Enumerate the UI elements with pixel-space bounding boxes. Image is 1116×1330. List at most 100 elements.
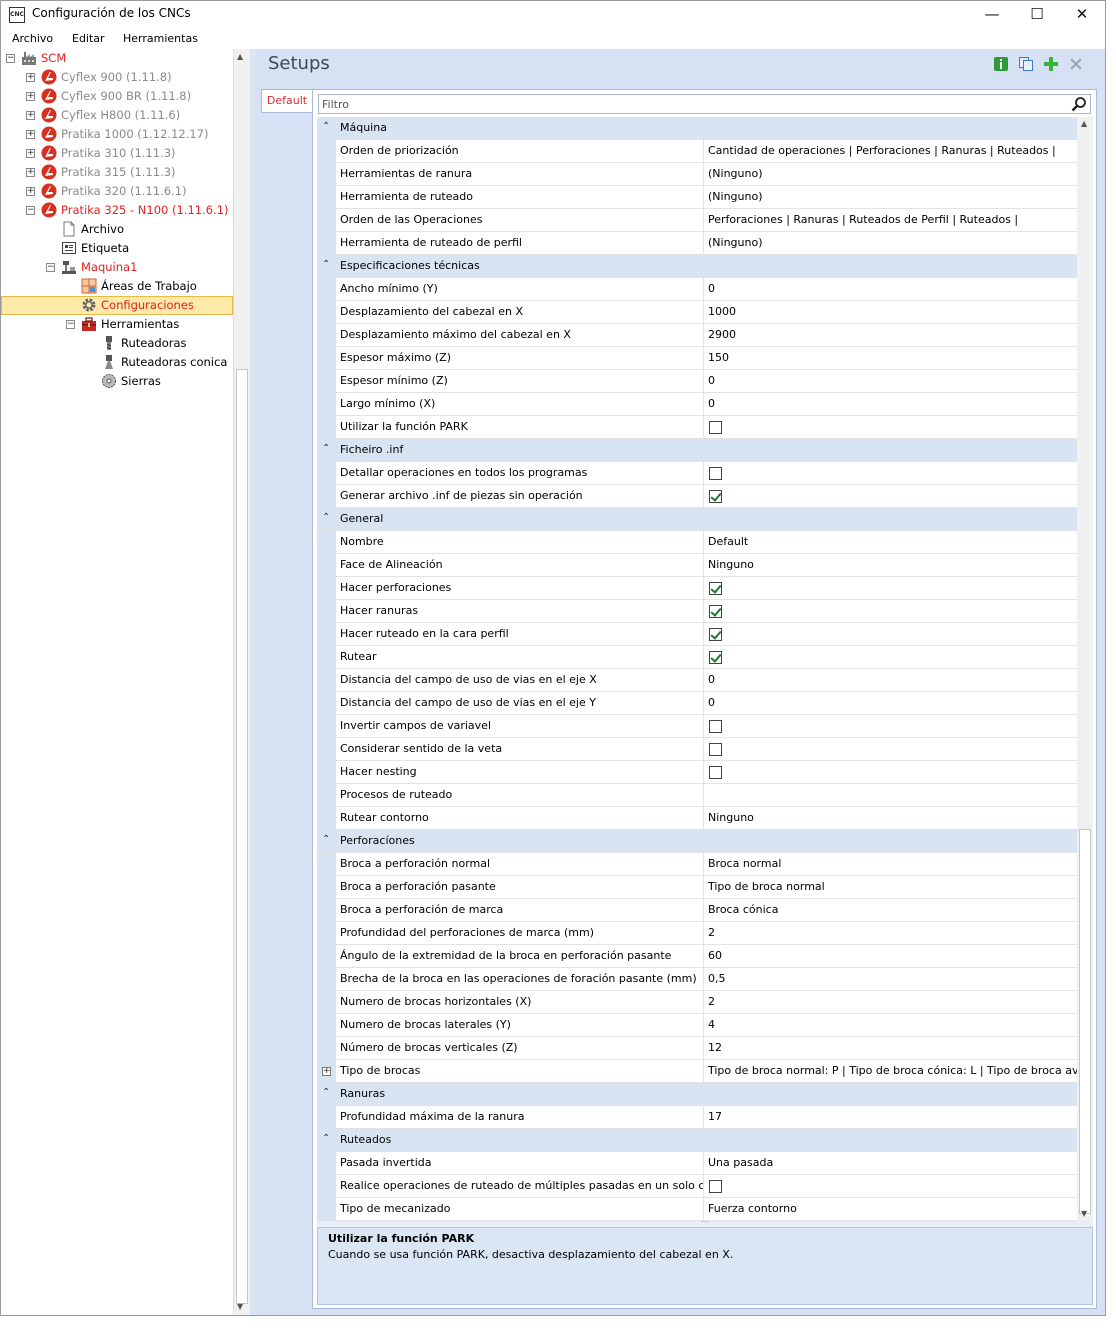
delete-icon[interactable] bbox=[1068, 56, 1084, 72]
property-value[interactable]: 2900 bbox=[705, 324, 1077, 347]
search-icon[interactable] bbox=[1071, 96, 1087, 112]
grid-row[interactable]: Hacer nesting bbox=[317, 761, 1077, 784]
tree-item-herramientas[interactable]: − Herramientas bbox=[1, 315, 233, 334]
grid-category[interactable]: ⌃ General bbox=[317, 508, 1077, 531]
grid-scrollbar[interactable]: ▲ ▼ bbox=[1077, 117, 1093, 1221]
chevron-up-icon[interactable]: ⌃ bbox=[322, 512, 330, 523]
grid-row[interactable]: Broca a perforación normal Broca normal bbox=[317, 853, 1077, 876]
tree-machine[interactable]: + Pratika 320 (1.11.6.1) bbox=[1, 182, 233, 201]
tree-machine[interactable]: + Pratika 1000 (1.12.12.17) bbox=[1, 125, 233, 144]
tree-machine[interactable]: + Cyflex 900 (1.11.8) bbox=[1, 68, 233, 87]
property-checkbox[interactable] bbox=[709, 720, 722, 733]
grid-category[interactable]: ⌃ Máquina bbox=[317, 117, 1077, 140]
grid-row[interactable]: Rutear contorno Ninguno bbox=[317, 807, 1077, 830]
grid-row[interactable]: Broca a perforación de marca Broca cónica bbox=[317, 899, 1077, 922]
grid-row[interactable]: Hacer ruteado en la cara perfil bbox=[317, 623, 1077, 646]
property-value[interactable]: Cantidad de operaciones | Perforaciones … bbox=[705, 140, 1077, 163]
tree-item-maquina[interactable]: − Maquina1 bbox=[1, 258, 233, 277]
grid-row[interactable]: Numero de brocas horizontales (X) 2 bbox=[317, 991, 1077, 1014]
expand-toggle[interactable]: + bbox=[26, 73, 35, 82]
grid-row[interactable]: Desplazamiento máximo del cabezal en X 29… bbox=[317, 324, 1077, 347]
grid-row[interactable]: Largo mínimo (X) 0 bbox=[317, 393, 1077, 416]
grid-row[interactable]: Orden de las Operaciones Perforaciones | … bbox=[317, 209, 1077, 232]
property-value[interactable]: (Ninguno) bbox=[705, 163, 1077, 186]
expand-toggle[interactable]: + bbox=[26, 130, 35, 139]
expand-toggle[interactable]: + bbox=[26, 149, 35, 158]
grid-row[interactable]: Distancia del campo de uso de vias en el… bbox=[317, 669, 1077, 692]
tree-scrollbar-thumb[interactable] bbox=[236, 369, 248, 1304]
grid-row[interactable]: Profundidad máxima de la ranura 17 bbox=[317, 1106, 1077, 1129]
expand-toggle[interactable]: + bbox=[26, 111, 35, 120]
property-value[interactable]: 0 bbox=[705, 692, 1077, 715]
grid-category[interactable]: ⌃ Perforacíones bbox=[317, 830, 1077, 853]
menu-archivo[interactable]: Archivo bbox=[12, 32, 53, 45]
property-value[interactable]: (Ninguno) bbox=[705, 186, 1077, 209]
property-checkbox-cell[interactable] bbox=[705, 485, 1077, 508]
grid-row[interactable]: Numero de brocas laterales (Y) 4 bbox=[317, 1014, 1077, 1037]
grid-row[interactable]: Tipo de mecanizado Fuerza contorno bbox=[317, 1198, 1077, 1221]
expand-toggle[interactable]: + bbox=[322, 1067, 331, 1076]
grid-row[interactable]: Invertir campos de variavel bbox=[317, 715, 1077, 738]
tree-machine[interactable]: + Cyflex H800 (1.11.6) bbox=[1, 106, 233, 125]
property-value[interactable]: Broca normal bbox=[705, 853, 1077, 876]
property-checkbox-cell[interactable] bbox=[705, 761, 1077, 784]
grid-row[interactable]: Espesor mínimo (Z) 0 bbox=[317, 370, 1077, 393]
chevron-up-icon[interactable]: ⌃ bbox=[322, 834, 330, 845]
grid-row[interactable]: Procesos de ruteado bbox=[317, 784, 1077, 807]
grid-row[interactable]: Ángulo de la extremidad de la broca en p… bbox=[317, 945, 1077, 968]
grid-row[interactable]: Considerar sentido de la veta bbox=[317, 738, 1077, 761]
add-icon[interactable] bbox=[1043, 56, 1059, 72]
property-value[interactable]: Fuerza contorno bbox=[705, 1198, 1077, 1221]
property-value[interactable]: (Ninguno) bbox=[705, 232, 1077, 255]
chevron-up-icon[interactable]: ⌃ bbox=[322, 443, 330, 454]
grid-row[interactable]: Profundidad del perforaciones de marca (… bbox=[317, 922, 1077, 945]
property-checkbox-cell[interactable] bbox=[705, 462, 1077, 485]
grid-row[interactable]: Nombre Default bbox=[317, 531, 1077, 554]
grid-scrollbar-thumb[interactable] bbox=[1079, 829, 1091, 1214]
chevron-up-icon[interactable]: ⌃ bbox=[322, 1133, 330, 1144]
collapse-toggle[interactable]: − bbox=[66, 320, 75, 329]
maximize-button[interactable]: ☐ bbox=[1014, 1, 1060, 29]
property-checkbox[interactable] bbox=[709, 490, 722, 503]
property-checkbox-cell[interactable] bbox=[705, 600, 1077, 623]
property-checkbox[interactable] bbox=[709, 1180, 722, 1193]
property-value[interactable]: Tipo de broca normal bbox=[705, 876, 1077, 899]
tree-item-areas[interactable]: Áreas de Trabajo bbox=[1, 277, 233, 296]
expand-toggle[interactable]: + bbox=[26, 168, 35, 177]
property-value[interactable]: 2 bbox=[705, 922, 1077, 945]
scroll-up-arrow[interactable]: ▲ bbox=[237, 52, 243, 61]
grid-row[interactable]: Desplazamiento del cabezal en X 1000 bbox=[317, 301, 1077, 324]
grid-row[interactable]: Detallar operaciones en todos los progra… bbox=[317, 462, 1077, 485]
tab-default[interactable]: Default bbox=[261, 89, 312, 113]
chevron-up-icon[interactable]: ⌃ bbox=[322, 259, 330, 270]
property-value[interactable]: 1000 bbox=[705, 301, 1077, 324]
chevron-up-icon[interactable]: ⌃ bbox=[322, 121, 330, 132]
grid-row[interactable]: Espesor máximo (Z) 150 bbox=[317, 347, 1077, 370]
tree-item-sierras[interactable]: Sierras bbox=[1, 372, 233, 391]
scroll-down-arrow[interactable]: ▼ bbox=[1081, 1209, 1087, 1218]
grid-category[interactable]: ⌃ Ruteados bbox=[317, 1129, 1077, 1152]
tree-item-ruteadoras-conica[interactable]: Ruteadoras conica bbox=[1, 353, 233, 372]
property-checkbox-cell[interactable] bbox=[705, 623, 1077, 646]
grid-category[interactable]: ⌃ Ficheiro .inf bbox=[317, 439, 1077, 462]
property-value[interactable]: 150 bbox=[705, 347, 1077, 370]
tree-machine[interactable]: + Pratika 310 (1.11.3) bbox=[1, 144, 233, 163]
grid-row[interactable]: Realice operaciones de ruteado de múltip… bbox=[317, 1175, 1077, 1198]
tree-item-archivo[interactable]: Archivo bbox=[1, 220, 233, 239]
grid-row[interactable]: Número de brocas verticales (Z) 12 bbox=[317, 1037, 1077, 1060]
collapse-toggle[interactable]: − bbox=[26, 206, 35, 215]
property-value[interactable]: Ninguno bbox=[705, 554, 1077, 577]
grid-row[interactable]: Orden de priorización Cantidad de operaci… bbox=[317, 140, 1077, 163]
property-checkbox-cell[interactable] bbox=[705, 715, 1077, 738]
grid-category[interactable]: ⌃ Ranuras bbox=[317, 1083, 1077, 1106]
property-checkbox-cell[interactable] bbox=[705, 738, 1077, 761]
filter-input[interactable] bbox=[322, 96, 1062, 112]
close-button[interactable]: ✕ bbox=[1059, 1, 1105, 29]
property-checkbox[interactable] bbox=[709, 651, 722, 664]
property-checkbox[interactable] bbox=[709, 421, 722, 434]
grid-row[interactable]: Broca a perforación pasante Tipo de broca… bbox=[317, 876, 1077, 899]
grid-row[interactable]: Pasada invertida Una pasada bbox=[317, 1152, 1077, 1175]
chevron-up-icon[interactable]: ⌃ bbox=[322, 1087, 330, 1098]
grid-row[interactable]: Hacer ranuras bbox=[317, 600, 1077, 623]
grid-row[interactable]: Utilizar la función PARK bbox=[317, 416, 1077, 439]
